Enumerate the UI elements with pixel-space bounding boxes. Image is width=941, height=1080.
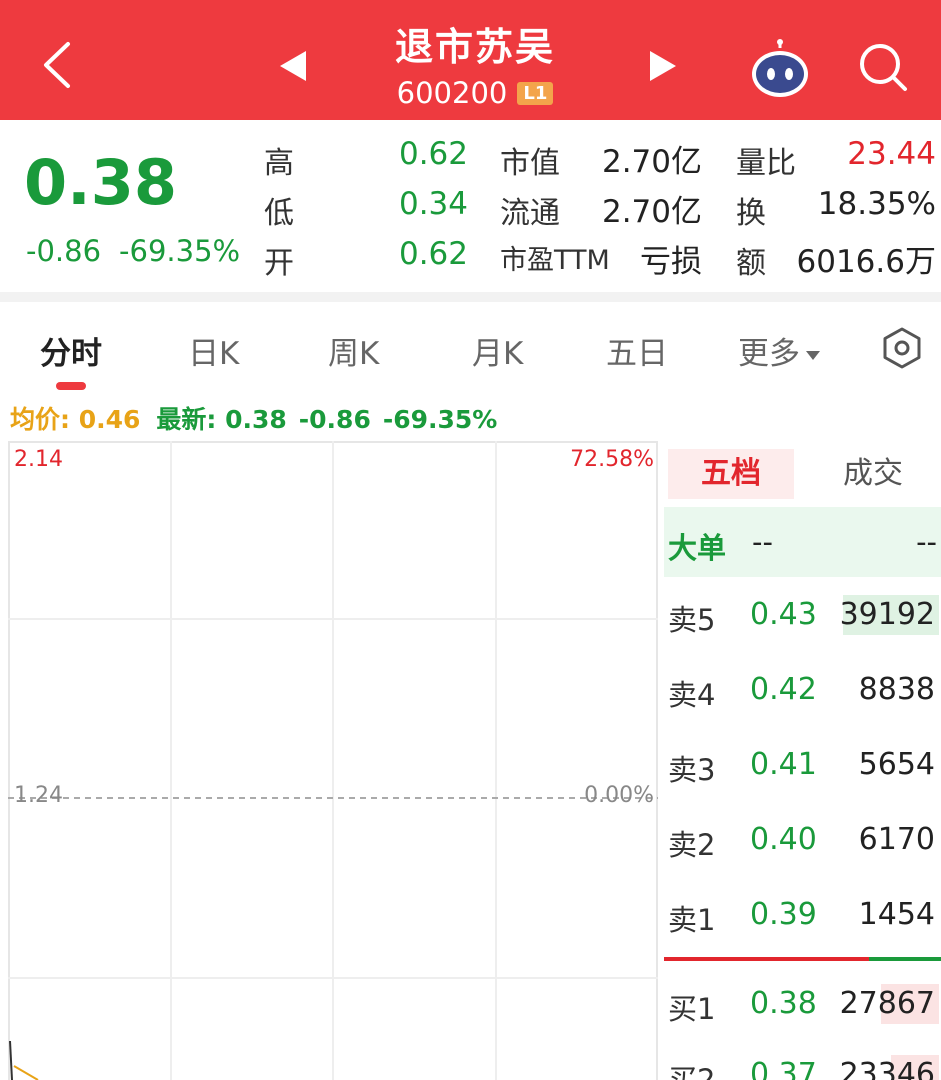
change-value: -0.86 [26,234,102,268]
level-badge: L1 [517,81,554,105]
robot-assistant-icon[interactable] [748,38,812,100]
chart-tabs: 分时 日K 周K 月K 五日 更多 [0,302,941,400]
buy-1-volume: 27867 [839,986,935,1021]
float-cap-value: 2.70亿 [601,194,702,230]
quote-panel: 0.38 -0.86 -69.35% 高 低 开 0.62 0.34 0.62 市… [0,120,941,292]
intraday-chart[interactable]: 2.14 72.58% 1.24 0.00% [8,441,658,1080]
amount-label: 额 [736,246,766,281]
sell-3-price: 0.41 [750,747,817,782]
sell-1-volume: 1454 [858,897,935,932]
sell-4-price: 0.42 [750,672,817,707]
turnover-label: 换 [736,196,766,231]
tab-more[interactable]: 更多 [738,328,820,373]
buy-row-2[interactable]: 买2 0.37 23346 [662,1045,941,1080]
sell-5-price: 0.43 [750,597,817,632]
section-divider [0,292,941,302]
turnover-value: 18.35% [817,186,936,222]
dropdown-arrow-icon [806,351,820,360]
tab-daily-k[interactable]: 日K [188,328,239,373]
latest-change-pct: -69.35% [382,405,498,434]
order-book: 五档 成交 大单 -- -- 卖5 0.43 39192 卖4 0.42 883… [662,441,941,1080]
big-order-value-1: -- [752,525,773,559]
y-axis-base-pct: 0.00% [584,783,654,808]
avg-price: 均价: 0.46 [10,405,141,434]
open-label: 开 [264,246,294,281]
sell-1-label: 卖1 [668,903,716,937]
sell-3-volume: 5654 [858,747,935,782]
active-tab-indicator [56,382,86,390]
high-value: 0.62 [398,136,468,172]
vol-ratio-value: 23.44 [847,136,936,172]
float-cap-label: 流通 [500,196,560,231]
sell-row-2[interactable]: 卖2 0.40 6170 [662,810,941,870]
change-pct: -69.35% [119,234,241,268]
search-icon[interactable] [856,40,910,94]
sell-1-price: 0.39 [750,897,817,932]
big-order-label: 大单 [668,531,727,565]
chart-info-line: 均价: 0.46 最新: 0.38 -0.86 -69.35% [10,400,509,436]
buy-2-price: 0.37 [750,1057,817,1080]
buy-row-1[interactable]: 买1 0.38 27867 [662,974,941,1034]
tab-weekly-k[interactable]: 周K [328,328,379,373]
low-label: 低 [264,196,294,231]
next-stock-icon[interactable] [646,48,680,84]
latest-change: -0.86 [298,405,371,434]
sell-5-volume: 39192 [839,597,935,632]
prev-stock-icon[interactable] [276,48,310,84]
buy-2-volume: 23346 [839,1057,935,1080]
buy-2-label: 买2 [668,1063,716,1080]
pe-label: 市盈TTM [500,245,610,276]
stock-name: 退市苏吴 [394,25,555,69]
buy-1-price: 0.38 [750,986,817,1021]
sell-row-5[interactable]: 卖5 0.43 39192 [662,585,941,645]
stock-code: 600200 [396,76,508,110]
buy-pressure-divider [869,957,941,961]
sell-5-label: 卖5 [668,603,716,637]
big-order-row: 大单 -- -- [664,507,941,577]
sell-row-3[interactable]: 卖3 0.41 5654 [662,735,941,795]
high-label: 高 [264,146,294,181]
tab-five-day[interactable]: 五日 [606,328,668,373]
sell-4-volume: 8838 [858,672,935,707]
amount-value: 6016.6万 [796,244,936,280]
sell-3-label: 卖3 [668,753,716,787]
sell-pressure-divider [664,957,869,961]
latest-price: 最新: 0.38 [156,405,287,434]
vol-ratio-label: 量比 [736,146,796,181]
settings-hexagon-icon[interactable] [880,326,924,370]
chart-grid [8,441,658,1080]
app-header: 退市苏吴 600200 L1 [0,0,941,120]
sell-row-4[interactable]: 卖4 0.42 8838 [662,660,941,720]
sell-4-label: 卖4 [668,678,716,712]
big-order-value-2: -- [916,525,937,559]
sell-2-volume: 6170 [858,822,935,857]
y-axis-max-price: 2.14 [14,447,63,472]
sell-2-price: 0.40 [750,822,817,857]
stock-code-row: 600200 L1 [320,74,630,110]
pe-value: 亏损 [640,244,702,280]
tab-five-levels[interactable]: 五档 [668,449,794,499]
sell-2-label: 卖2 [668,828,716,862]
mkt-cap-label: 市值 [500,146,560,181]
tab-more-label: 更多 [738,336,800,372]
y-axis-max-pct: 72.58% [570,447,654,472]
open-value: 0.62 [398,236,468,272]
sell-row-1[interactable]: 卖1 0.39 1454 [662,885,941,945]
y-axis-base-price: 1.24 [14,783,63,808]
mkt-cap-value: 2.70亿 [601,144,702,180]
price-change: -0.86 -69.35% [26,234,240,268]
back-arrow-icon[interactable] [36,38,80,92]
low-value: 0.34 [398,186,468,222]
tab-trades[interactable]: 成交 [808,449,938,499]
tab-monthly-k[interactable]: 月K [472,328,523,373]
latest-info: 最新: 0.38 -0.86 -69.35% [156,405,509,434]
current-price: 0.38 [24,146,177,219]
buy-1-label: 买1 [668,992,716,1026]
tab-intraday[interactable]: 分时 [40,328,102,373]
